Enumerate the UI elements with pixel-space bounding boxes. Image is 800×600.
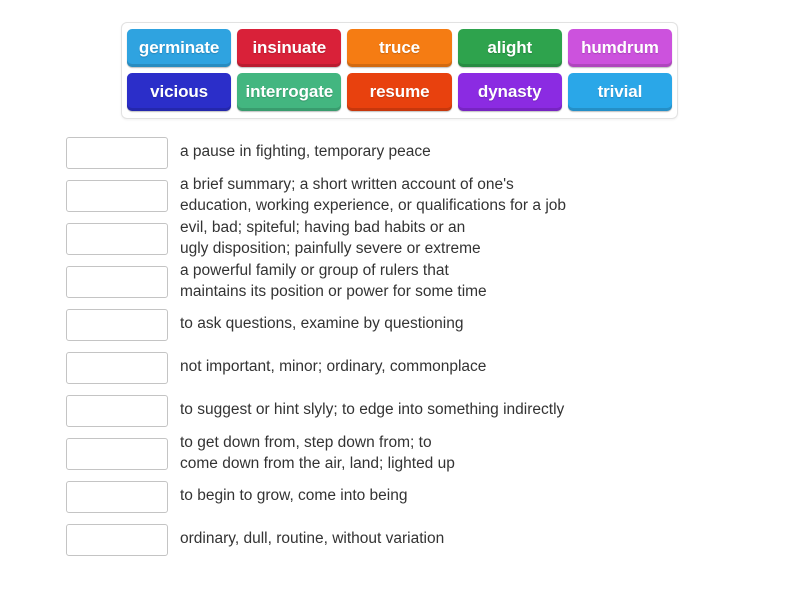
definition-text: a pause in fighting, temporary peace	[180, 143, 431, 161]
answer-drop-zone[interactable]	[66, 179, 168, 212]
word-tile-alight[interactable]: alight	[457, 29, 562, 67]
answer-drop-zone[interactable]	[66, 394, 168, 427]
definition-row: to get down from, step down from; to com…	[0, 432, 800, 475]
word-tile-vicious[interactable]: vicious	[127, 73, 232, 111]
definition-row: evil, bad; spiteful; having bad habits o…	[0, 217, 800, 260]
answer-drop-zone[interactable]	[66, 308, 168, 341]
answer-drop-zone[interactable]	[66, 265, 168, 298]
definition-text: a brief summary; a short written account…	[180, 176, 567, 214]
definition-text: evil, bad; spiteful; having bad habits o…	[180, 219, 481, 257]
word-tile-label: humdrum	[581, 38, 659, 57]
word-tile-trivial[interactable]: trivial	[567, 73, 673, 111]
definition-row: not important, minor; ordinary, commonpl…	[0, 346, 800, 389]
word-tile-humdrum[interactable]: humdrum	[567, 29, 673, 67]
word-tile-label: interrogate	[245, 82, 334, 101]
definition-row: a powerful family or group of rulers tha…	[0, 260, 800, 303]
definition-row: a pause in fighting, temporary peace	[0, 131, 800, 174]
word-tile-label: trivial	[597, 82, 643, 101]
word-tile-label: dynasty	[477, 82, 542, 101]
definition-row: a brief summary; a short written account…	[0, 174, 800, 217]
definition-text: to get down from, step down from; to com…	[180, 434, 455, 472]
answer-drop-zone[interactable]	[66, 136, 168, 169]
word-tile-label: insinuate	[252, 38, 327, 57]
word-tile-truce[interactable]: truce	[347, 29, 452, 67]
word-tile-germinate[interactable]: germinate	[127, 29, 232, 67]
definition-text: not important, minor; ordinary, commonpl…	[180, 358, 487, 376]
word-tile-label: truce	[378, 38, 421, 57]
definition-list: a pause in fighting, temporary peace a b…	[0, 131, 800, 561]
definition-row: to suggest or hint slyly; to edge into s…	[0, 389, 800, 432]
answer-drop-zone[interactable]	[66, 523, 168, 556]
definition-row: to begin to grow, come into being	[0, 475, 800, 518]
definition-text: a powerful family or group of rulers tha…	[180, 262, 487, 300]
word-bank-row-2: vicious interrogate resume dynasty trivi…	[127, 73, 673, 111]
definition-text: ordinary, dull, routine, without variati…	[180, 530, 445, 548]
word-tile-dynasty[interactable]: dynasty	[457, 73, 562, 111]
definition-text: to suggest or hint slyly; to edge into s…	[180, 401, 565, 419]
word-tile-label: resume	[369, 82, 430, 101]
definition-row: ordinary, dull, routine, without variati…	[0, 518, 800, 561]
definition-text: to ask questions, examine by questioning	[180, 315, 464, 333]
definition-text: to begin to grow, come into being	[180, 487, 408, 505]
answer-drop-zone[interactable]	[66, 222, 168, 255]
word-tile-label: germinate	[138, 38, 220, 57]
answer-drop-zone[interactable]	[66, 480, 168, 513]
word-tile-interrogate[interactable]: interrogate	[237, 73, 342, 111]
answer-drop-zone[interactable]	[66, 351, 168, 384]
word-bank-row-1: germinate insinuate truce alight humdrum	[127, 29, 673, 67]
answer-drop-zone[interactable]	[66, 437, 168, 470]
definition-row: to ask questions, examine by questioning	[0, 303, 800, 346]
word-tile-label: alight	[487, 38, 533, 57]
word-tile-insinuate[interactable]: insinuate	[237, 29, 342, 67]
word-tile-resume[interactable]: resume	[347, 73, 452, 111]
word-tile-label: vicious	[150, 82, 209, 101]
word-bank-panel: germinate insinuate truce alight humdrum…	[121, 22, 678, 119]
